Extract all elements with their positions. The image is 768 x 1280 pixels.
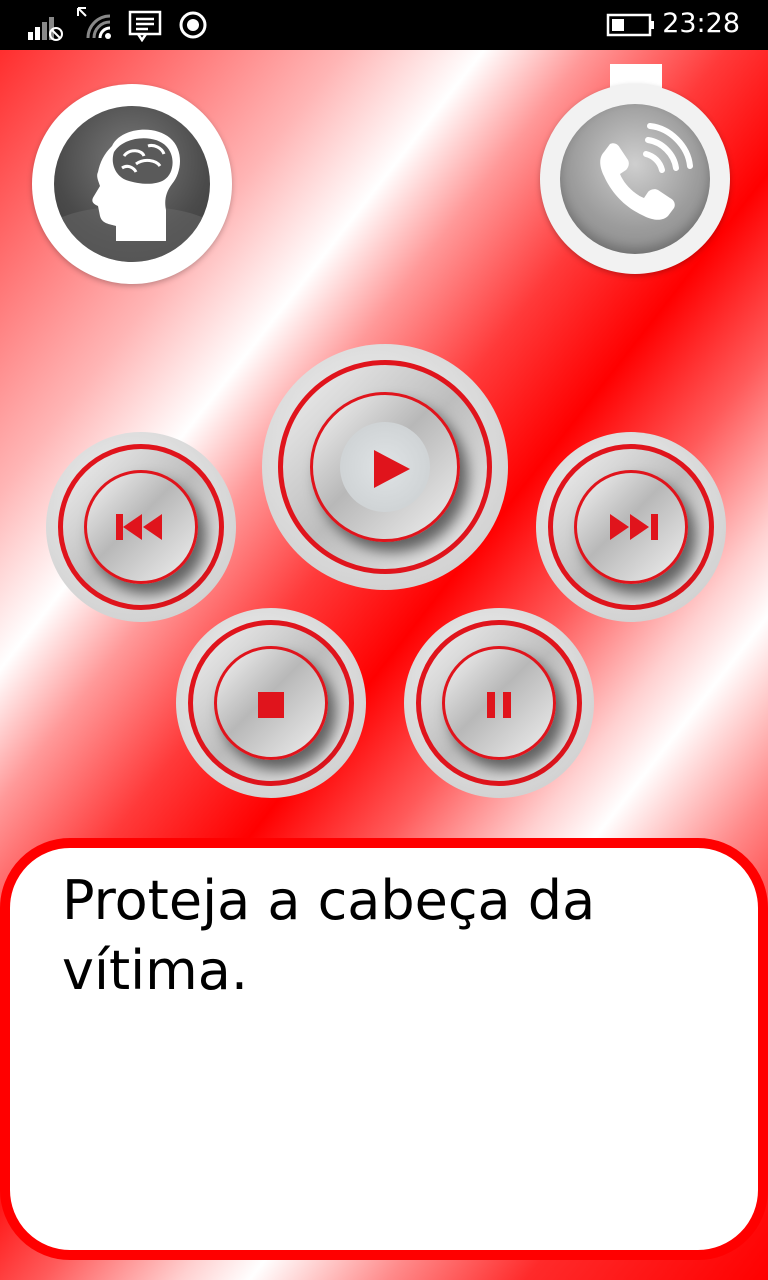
location-icon: [179, 11, 207, 39]
play-icon: [374, 450, 410, 488]
instruction-text: Proteja a cabeça da vítima.: [62, 869, 596, 1002]
head-button-face: [54, 106, 210, 262]
status-bar: 23:28: [0, 0, 768, 50]
clock: 23:28: [662, 8, 740, 39]
wifi-icon: [77, 7, 111, 39]
stop-icon: [258, 692, 284, 718]
pause-icon: [487, 692, 511, 718]
phone-call-icon: [600, 123, 693, 220]
fast-forward-button[interactable]: [536, 432, 726, 622]
battery-icon: [606, 13, 654, 37]
message-icon: [128, 10, 162, 42]
call-button-face: [560, 104, 710, 254]
stop-button[interactable]: [176, 608, 366, 798]
rewind-icon: [116, 514, 162, 540]
pause-button[interactable]: [404, 608, 594, 798]
head-brain-icon: [54, 129, 210, 262]
play-button[interactable]: [262, 344, 508, 590]
rewind-button[interactable]: [46, 432, 236, 622]
signal-icon: [28, 17, 63, 41]
fast-forward-icon: [610, 514, 658, 540]
call-button[interactable]: [540, 84, 730, 274]
head-button[interactable]: [32, 84, 232, 284]
